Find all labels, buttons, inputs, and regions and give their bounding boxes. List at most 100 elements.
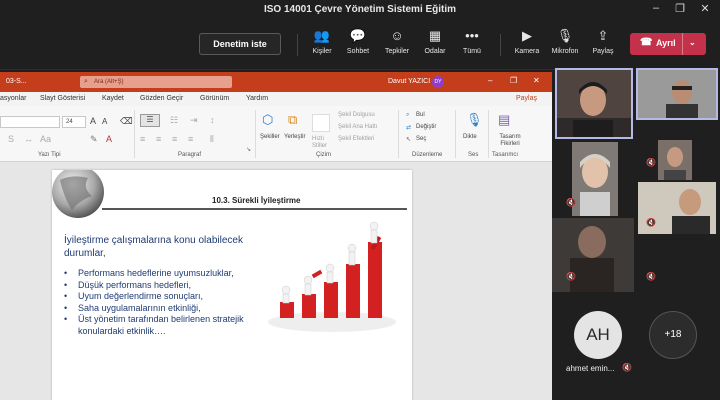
chat-label: Sohbet xyxy=(346,48,370,55)
share-button[interactable]: ⇪ Paylaş xyxy=(583,28,623,55)
case-icon[interactable]: Aa xyxy=(40,134,51,144)
shape-outline-button[interactable]: Şekil Ana Hattı xyxy=(338,124,377,130)
ribbon-divider xyxy=(488,110,489,158)
search-placeholder: Ara (Alt+Ş) xyxy=(94,79,124,85)
replace-icon[interactable]: ⇄ xyxy=(406,124,411,131)
window-title-bar: ISO 14001 Çevre Yönetim Sistemi Eğitim –… xyxy=(0,0,720,22)
mute-icon: 🔇 xyxy=(646,218,656,227)
toolbar-divider xyxy=(500,34,501,56)
leave-button[interactable]: ☎ Ayrıl ⌄ xyxy=(630,33,706,55)
mute-icon: 🔇 xyxy=(646,272,656,281)
more-actions-button[interactable]: ••• Tümü xyxy=(452,28,492,55)
minimize-icon[interactable]: – xyxy=(488,76,492,85)
ppt-share-button[interactable]: Paylaş xyxy=(516,95,537,102)
list-item: Üst yönetim tarafından belirlenen strate… xyxy=(64,314,279,337)
video-tile[interactable] xyxy=(658,140,692,180)
align-right-icon[interactable]: ≡ xyxy=(172,134,177,144)
video-tile[interactable] xyxy=(552,218,634,292)
tab-record[interactable]: Kaydet xyxy=(102,95,124,102)
spacing-icon[interactable]: ↔ xyxy=(24,134,33,144)
arrange-label[interactable]: Yerleştir xyxy=(284,134,305,140)
video-tile[interactable] xyxy=(636,68,718,120)
tab-help[interactable]: Yardım xyxy=(246,95,268,102)
replace-button[interactable]: Değiştir xyxy=(416,124,436,130)
arrange-icon[interactable]: ⧉ xyxy=(288,112,297,128)
font-size-box[interactable]: 24 xyxy=(62,116,86,128)
ribbon-divider xyxy=(398,110,399,158)
tab-animations[interactable]: asyonlar xyxy=(0,95,26,102)
search-icon: ⌕ xyxy=(84,78,88,85)
more-participants-button[interactable]: +18 xyxy=(649,311,697,359)
strikethrough-icon[interactable]: S xyxy=(8,134,14,144)
video-tile[interactable] xyxy=(555,68,633,139)
participant-video xyxy=(557,70,631,137)
select-button[interactable]: Seç xyxy=(416,136,426,142)
share-icon: ⇪ xyxy=(597,28,609,43)
line-spacing-icon[interactable]: ↕ xyxy=(210,115,215,125)
dialog-launcher-icon[interactable]: ↘ xyxy=(246,146,251,153)
request-control-button[interactable]: Denetim iste xyxy=(199,33,281,55)
shapes-label[interactable]: Şekiller xyxy=(260,134,280,140)
video-tile[interactable] xyxy=(572,142,618,216)
maximize-icon[interactable]: ❐ xyxy=(670,2,690,15)
ribbon-divider xyxy=(134,110,135,158)
avatar[interactable]: DY xyxy=(432,76,444,88)
camera-button[interactable]: ▶ Kamera xyxy=(507,28,547,55)
align-left-icon[interactable]: ≡ xyxy=(140,134,145,144)
font-name-box[interactable] xyxy=(0,116,60,128)
reactions-label: Tepkiler xyxy=(384,48,410,55)
participant-grid: 🔇 🔇 🔇 🔇 🔇 AH ahmet emin... 🔇 +18 xyxy=(552,68,720,400)
avatar[interactable]: AH xyxy=(574,311,622,359)
mute-icon: 🔇 xyxy=(622,363,632,372)
ppt-search-box[interactable]: ⌕ Ara (Alt+Ş) xyxy=(80,76,232,88)
mute-icon: 🔇 xyxy=(566,272,576,281)
find-button[interactable]: Bul xyxy=(416,112,425,118)
align-center-icon[interactable]: ≡ xyxy=(156,134,161,144)
ribbon-divider xyxy=(455,110,456,158)
shape-fill-button[interactable]: Şekil Dolgusu xyxy=(338,112,375,118)
rooms-button[interactable]: ▦ Odalar xyxy=(415,28,455,55)
microphone-icon[interactable]: 🎙 xyxy=(466,112,483,128)
justify-icon[interactable]: ≡ xyxy=(188,134,193,144)
select-icon[interactable]: ↖ xyxy=(406,136,411,143)
close-icon[interactable]: ✕ xyxy=(533,76,540,85)
indent-icon[interactable]: ⇥ xyxy=(190,115,198,126)
rooms-icon: ▦ xyxy=(428,28,442,43)
list-item: Performans hedeflerine uyumsuzluklar, xyxy=(64,268,279,280)
dictate-label[interactable]: Dikte xyxy=(463,134,477,140)
grow-font-icon[interactable]: A xyxy=(90,116,96,126)
more-label: Tümü xyxy=(463,48,481,55)
maximize-icon[interactable]: ❐ xyxy=(510,76,517,85)
tab-review[interactable]: Gözden Geçir xyxy=(140,95,183,102)
tab-view[interactable]: Görünüm xyxy=(200,95,229,102)
designer-icon[interactable]: ▤ xyxy=(498,112,510,128)
quick-styles-icon[interactable] xyxy=(312,114,330,132)
designer-group-label: Tasarımcı xyxy=(492,152,519,158)
chat-button[interactable]: 💬 Sohbet xyxy=(338,28,378,55)
bullets-icon[interactable]: ☰ xyxy=(140,114,160,127)
find-icon[interactable]: ⌕ xyxy=(406,112,409,119)
list-item: Saha uygulamalarının etkinliği, xyxy=(64,303,279,315)
mute-icon: 🔇 xyxy=(566,198,576,207)
close-icon[interactable]: ✕ xyxy=(695,2,715,15)
tab-slide-show[interactable]: Slayt Gösterisi xyxy=(40,95,85,102)
font-color-icon[interactable]: A xyxy=(106,134,112,144)
slide[interactable]: 10.3. Sürekli İyileştirme İyileştirme ça… xyxy=(52,170,412,400)
people-button[interactable]: 👥 Kişiler xyxy=(302,28,342,55)
slide-canvas: 10.3. Sürekli İyileştirme İyileştirme ça… xyxy=(0,162,552,400)
bullet-list: Performans hedeflerine uyumsuzluklar, Dü… xyxy=(64,268,279,337)
shrink-font-icon[interactable]: A xyxy=(102,117,107,126)
shapes-icon[interactable]: ⬡ xyxy=(262,112,273,128)
clear-format-icon[interactable]: ⌫ xyxy=(120,116,133,127)
designer-label[interactable]: Tasarım Fikirleri xyxy=(494,134,526,148)
numbering-icon[interactable]: ☷ xyxy=(170,115,178,126)
quick-styles-label[interactable]: Hızlı Stiller xyxy=(312,136,332,150)
columns-icon[interactable]: ⫴ xyxy=(210,134,214,145)
ppt-title-bar: 03-S... ⌕ Ara (Alt+Ş) Davut YAZICI DY – … xyxy=(0,72,552,92)
chevron-down-icon[interactable]: ⌄ xyxy=(689,38,696,47)
minimize-icon[interactable]: – xyxy=(646,2,666,14)
reactions-button[interactable]: ☺ Tepkiler xyxy=(377,28,417,55)
highlight-icon[interactable]: ✎ xyxy=(90,134,98,145)
shape-effects-button[interactable]: Şekil Efektleri xyxy=(338,136,374,142)
microphone-button[interactable]: 🎙 Mikrofon xyxy=(545,28,585,55)
